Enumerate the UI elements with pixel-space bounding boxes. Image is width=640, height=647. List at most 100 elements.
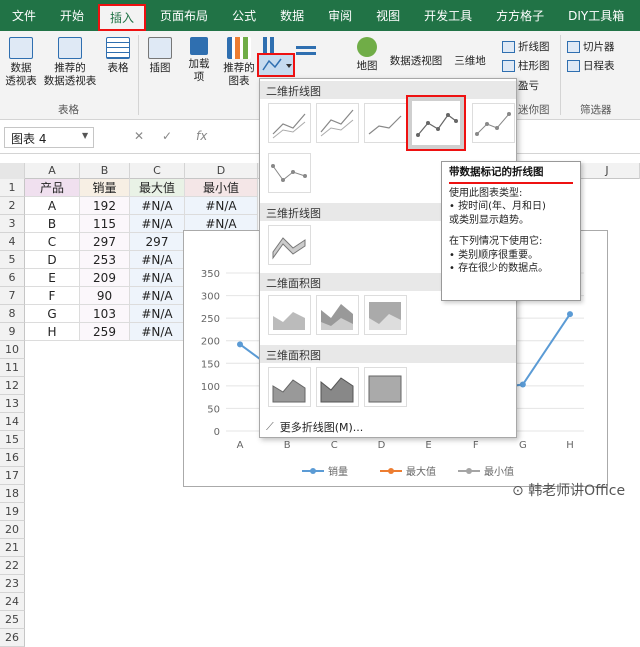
table-cell[interactable]: 297 bbox=[80, 233, 130, 251]
row-header[interactable]: 2 bbox=[0, 197, 25, 215]
3d-area-option[interactable] bbox=[268, 367, 311, 407]
table-cell[interactable]: 192 bbox=[80, 197, 130, 215]
tab-data[interactable]: 数据 bbox=[268, 0, 316, 31]
column-title-cell[interactable]: 产品 bbox=[25, 179, 80, 197]
column-title-cell[interactable]: 销量 bbox=[80, 179, 130, 197]
column-header-j[interactable]: J bbox=[575, 163, 640, 179]
table-cell[interactable]: #N/A bbox=[130, 215, 185, 233]
row-header[interactable]: 4 bbox=[0, 233, 25, 251]
3d-line-option[interactable] bbox=[268, 225, 311, 265]
table-cell[interactable]: D bbox=[25, 251, 80, 269]
timeline-button[interactable]: 日程表 bbox=[567, 58, 615, 73]
tab-page-layout[interactable]: 页面布局 bbox=[148, 0, 220, 31]
column-header-c[interactable]: C bbox=[130, 163, 185, 179]
area-option[interactable] bbox=[268, 295, 311, 335]
table-cell[interactable]: #N/A bbox=[130, 305, 185, 323]
row-header[interactable]: 24 bbox=[0, 593, 25, 611]
recommended-pivot-button[interactable]: 推荐的 数据透视表 bbox=[40, 37, 100, 88]
table-button[interactable]: 表格 bbox=[104, 37, 132, 75]
tab-formulas[interactable]: 公式 bbox=[220, 0, 268, 31]
row-header[interactable]: 16 bbox=[0, 449, 25, 467]
stacked-line-option[interactable] bbox=[316, 103, 359, 143]
table-cell[interactable]: B bbox=[25, 215, 80, 233]
tab-home[interactable]: 开始 bbox=[48, 0, 96, 31]
row-header[interactable]: 12 bbox=[0, 377, 25, 395]
stacked-line-markers-option[interactable] bbox=[472, 103, 515, 143]
row-header[interactable]: 18 bbox=[0, 485, 25, 503]
addins-button[interactable]: 加载 项 bbox=[184, 37, 214, 84]
column-header-b[interactable]: B bbox=[80, 163, 130, 179]
chevron-down-icon[interactable]: ▼ bbox=[82, 131, 88, 140]
tab-fangfang[interactable]: 方方格子 bbox=[484, 0, 556, 31]
row-header[interactable]: 7 bbox=[0, 287, 25, 305]
recommended-charts-button[interactable]: 推荐的 图表 bbox=[222, 37, 256, 88]
column-header-d[interactable]: D bbox=[185, 163, 258, 179]
fx-icon[interactable]: fx bbox=[196, 129, 207, 143]
more-line-charts-link[interactable]: ⟋ 更多折线图(M)... bbox=[266, 419, 363, 435]
table-cell[interactable]: 253 bbox=[80, 251, 130, 269]
row-header[interactable]: 15 bbox=[0, 431, 25, 449]
3d-percent-area-option[interactable] bbox=[364, 367, 407, 407]
row-header[interactable]: 14 bbox=[0, 413, 25, 431]
3d-stacked-area-option[interactable] bbox=[316, 367, 359, 407]
percent-line-markers-option[interactable] bbox=[268, 153, 311, 193]
row-header[interactable]: 26 bbox=[0, 629, 25, 647]
map-button[interactable]: 地图 bbox=[352, 37, 382, 73]
table-cell[interactable]: C bbox=[25, 233, 80, 251]
table-cell[interactable]: #N/A bbox=[185, 197, 258, 215]
table-cell[interactable]: #N/A bbox=[130, 197, 185, 215]
table-cell[interactable]: E bbox=[25, 269, 80, 287]
table-cell[interactable]: G bbox=[25, 305, 80, 323]
tab-diy-toolbox[interactable]: DIY工具箱 bbox=[556, 0, 636, 31]
percent-area-option[interactable] bbox=[364, 295, 407, 335]
tab-review[interactable]: 审阅 bbox=[316, 0, 364, 31]
row-header[interactable]: 11 bbox=[0, 359, 25, 377]
row-header[interactable]: 19 bbox=[0, 503, 25, 521]
stacked-area-option[interactable] bbox=[316, 295, 359, 335]
select-all-corner[interactable] bbox=[0, 163, 25, 179]
illustrations-button[interactable]: 插图 bbox=[146, 37, 174, 75]
row-header[interactable]: 23 bbox=[0, 575, 25, 593]
row-header[interactable]: 9 bbox=[0, 323, 25, 341]
row-header[interactable]: 8 bbox=[0, 305, 25, 323]
line-chart-option[interactable] bbox=[268, 103, 311, 143]
row-header[interactable]: 1 bbox=[0, 179, 25, 197]
row-header[interactable]: 17 bbox=[0, 467, 25, 485]
pivot-table-button[interactable]: 数据 透视表 bbox=[4, 37, 38, 88]
sparkline-winloss-button[interactable]: 盈亏 bbox=[518, 78, 539, 93]
table-cell[interactable]: 90 bbox=[80, 287, 130, 305]
line-with-markers-option[interactable] bbox=[406, 95, 466, 151]
table-cell[interactable]: F bbox=[25, 287, 80, 305]
name-box[interactable]: 图表 4 bbox=[4, 127, 94, 148]
column-title-cell[interactable]: 最小值 bbox=[185, 179, 258, 197]
row-header[interactable]: 21 bbox=[0, 539, 25, 557]
tab-view[interactable]: 视图 bbox=[364, 0, 412, 31]
tab-file[interactable]: 文件 bbox=[0, 0, 48, 31]
bar-chart-button[interactable] bbox=[296, 37, 316, 55]
slicer-button[interactable]: 切片器 bbox=[567, 39, 615, 54]
column-title-cell[interactable]: 最大值 bbox=[130, 179, 185, 197]
row-header[interactable]: 22 bbox=[0, 557, 25, 575]
table-cell[interactable]: 115 bbox=[80, 215, 130, 233]
pivot-chart-button[interactable]: 数据透视图 bbox=[386, 55, 446, 68]
row-header[interactable]: 3 bbox=[0, 215, 25, 233]
column-header-a[interactable]: A bbox=[25, 163, 80, 179]
3d-map-button[interactable]: 三维地 bbox=[452, 55, 488, 68]
table-cell[interactable]: 297 bbox=[130, 233, 185, 251]
table-cell[interactable]: A bbox=[25, 197, 80, 215]
table-cell[interactable]: H bbox=[25, 323, 80, 341]
row-header[interactable]: 20 bbox=[0, 521, 25, 539]
row-header[interactable]: 25 bbox=[0, 611, 25, 629]
sparkline-line-button[interactable]: 折线图 bbox=[502, 39, 550, 54]
table-cell[interactable]: #N/A bbox=[130, 269, 185, 287]
row-header[interactable]: 10 bbox=[0, 341, 25, 359]
table-cell[interactable]: 209 bbox=[80, 269, 130, 287]
table-cell[interactable]: #N/A bbox=[130, 323, 185, 341]
table-cell[interactable]: #N/A bbox=[130, 251, 185, 269]
row-header[interactable]: 6 bbox=[0, 269, 25, 287]
sparkline-column-button[interactable]: 柱形图 bbox=[502, 58, 550, 73]
percent-stacked-line-option[interactable] bbox=[364, 103, 407, 143]
row-header[interactable]: 5 bbox=[0, 251, 25, 269]
line-chart-dropdown-button[interactable] bbox=[257, 53, 295, 77]
table-cell[interactable]: #N/A bbox=[130, 287, 185, 305]
